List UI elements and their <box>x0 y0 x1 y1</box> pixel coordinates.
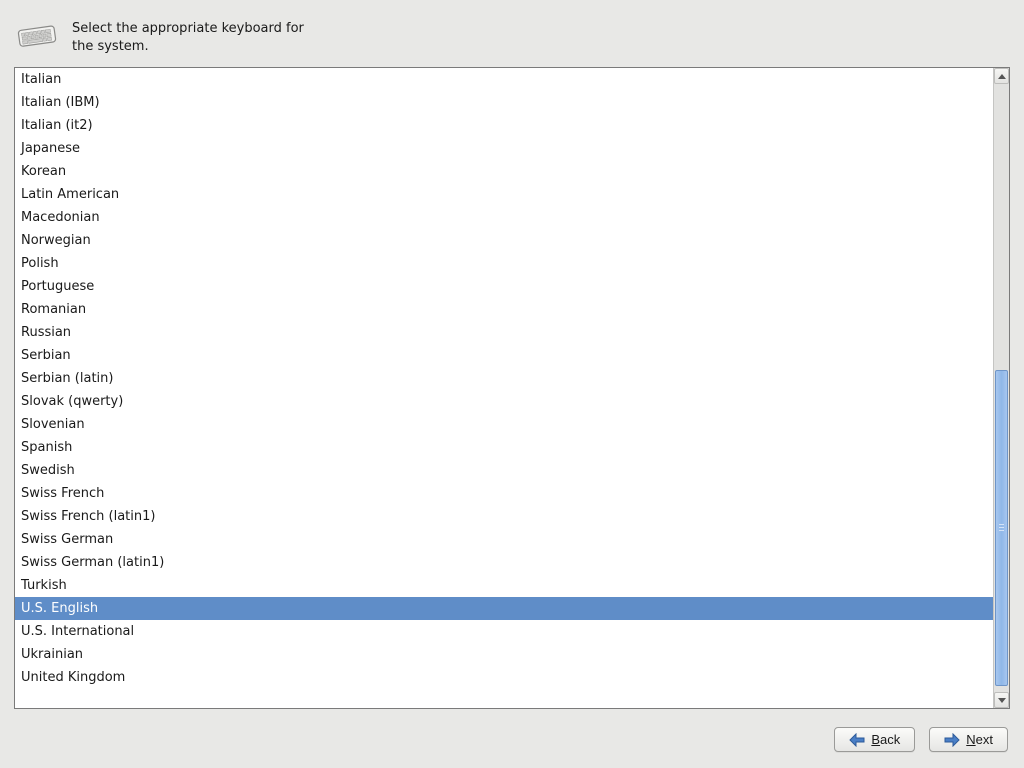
keyboard-option[interactable]: Slovenian <box>15 413 993 436</box>
keyboard-option[interactable]: Swiss French (latin1) <box>15 505 993 528</box>
scrollbar[interactable] <box>993 68 1009 708</box>
installer-keyboard-step: Select the appropriate keyboard for the … <box>0 0 1024 768</box>
keyboard-list[interactable]: ItalianItalian (IBM)Italian (it2)Japanes… <box>15 68 993 708</box>
keyboard-option[interactable]: Italian (IBM) <box>15 91 993 114</box>
keyboard-option[interactable]: Swiss German (latin1) <box>15 551 993 574</box>
keyboard-option[interactable]: Romanian <box>15 298 993 321</box>
arrow-right-icon <box>944 733 960 747</box>
arrow-left-icon <box>849 733 865 747</box>
back-button-label: Back <box>871 732 900 747</box>
chevron-down-icon <box>998 698 1006 703</box>
keyboard-list-container: ItalianItalian (IBM)Italian (it2)Japanes… <box>14 67 1010 709</box>
keyboard-option[interactable]: Slovak (qwerty) <box>15 390 993 413</box>
keyboard-option[interactable]: Italian <box>15 68 993 91</box>
header-prompt: Select the appropriate keyboard for the … <box>72 20 322 55</box>
keyboard-option[interactable]: Serbian <box>15 344 993 367</box>
keyboard-option[interactable]: Swiss French <box>15 482 993 505</box>
keyboard-option[interactable]: Italian (it2) <box>15 114 993 137</box>
keyboard-option[interactable]: Ukrainian <box>15 643 993 666</box>
keyboard-option[interactable]: Swiss German <box>15 528 993 551</box>
keyboard-option[interactable]: Serbian (latin) <box>15 367 993 390</box>
scroll-up-button[interactable] <box>994 68 1009 84</box>
keyboard-option[interactable]: Japanese <box>15 137 993 160</box>
keyboard-option[interactable]: United Kingdom <box>15 666 993 689</box>
chevron-up-icon <box>998 74 1006 79</box>
scroll-down-button[interactable] <box>994 692 1009 708</box>
header: Select the appropriate keyboard for the … <box>14 14 1010 67</box>
keyboard-option[interactable]: U.S. English <box>15 597 993 620</box>
keyboard-option[interactable]: Portuguese <box>15 275 993 298</box>
keyboard-icon <box>16 20 60 52</box>
keyboard-option[interactable]: Turkish <box>15 574 993 597</box>
scrollbar-thumb[interactable] <box>995 370 1008 686</box>
keyboard-option[interactable]: Korean <box>15 160 993 183</box>
scrollbar-track[interactable] <box>994 84 1009 692</box>
back-button[interactable]: Back <box>834 727 915 752</box>
keyboard-option[interactable]: Spanish <box>15 436 993 459</box>
keyboard-option[interactable]: Polish <box>15 252 993 275</box>
keyboard-option[interactable]: Macedonian <box>15 206 993 229</box>
footer: Back Next <box>14 709 1010 754</box>
keyboard-option[interactable]: Latin American <box>15 183 993 206</box>
keyboard-option[interactable]: Swedish <box>15 459 993 482</box>
next-button[interactable]: Next <box>929 727 1008 752</box>
next-button-label: Next <box>966 732 993 747</box>
keyboard-option[interactable]: Russian <box>15 321 993 344</box>
keyboard-option[interactable]: U.S. International <box>15 620 993 643</box>
keyboard-option[interactable]: Norwegian <box>15 229 993 252</box>
